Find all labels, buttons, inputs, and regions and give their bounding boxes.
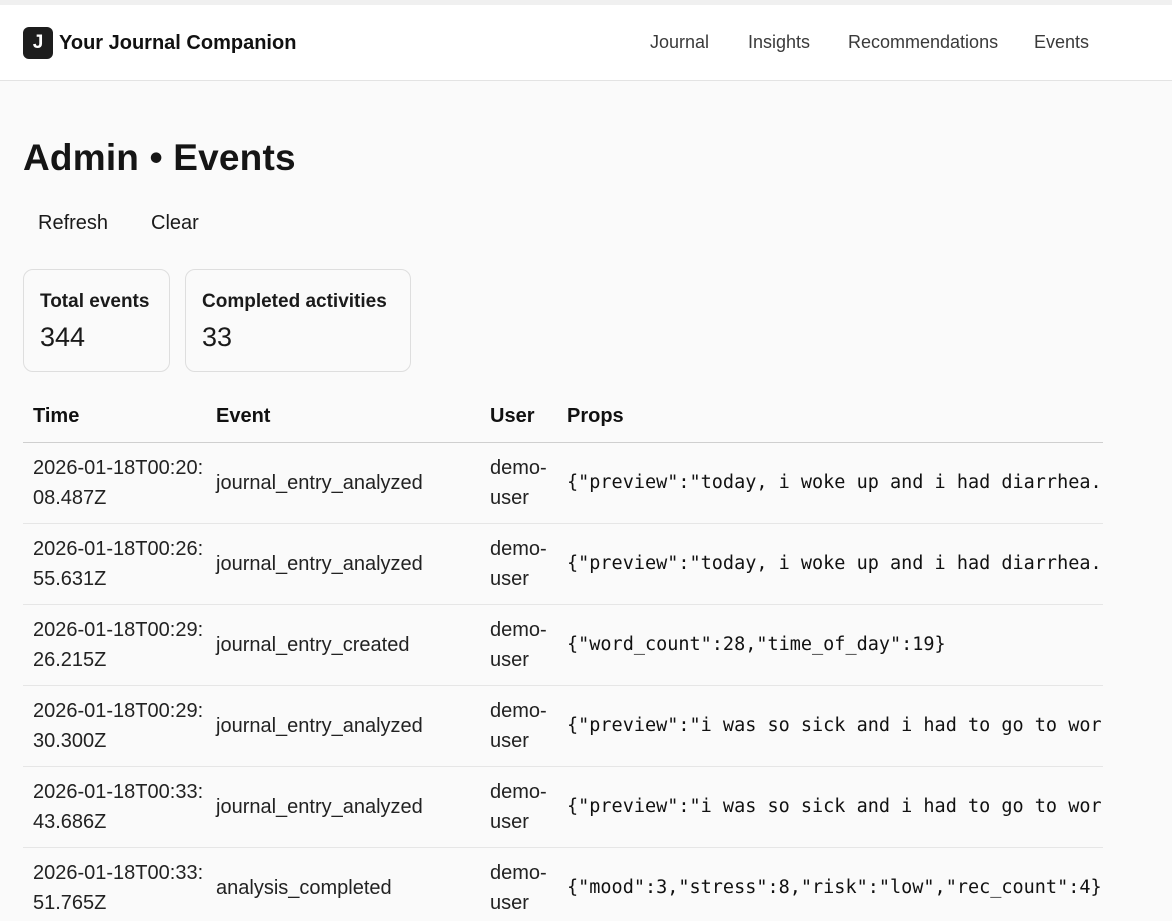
clear-button[interactable]: Clear <box>151 212 199 235</box>
events-table-container[interactable]: Time Event User Props 2026-01-18T00:20:0… <box>23 392 1103 921</box>
cell-user: demo-user <box>480 604 557 686</box>
cell-props: {"mood":3,"stress":8,"risk":"low","rec_c… <box>557 847 1103 921</box>
nav-events[interactable]: Events <box>1034 32 1089 53</box>
cell-event: journal_entry_analyzed <box>206 685 480 767</box>
table-row: 2026-01-18T00:33:51.765Z analysis_comple… <box>23 847 1103 921</box>
cell-time: 2026-01-18T00:33:51.765Z <box>23 847 206 921</box>
nav-journal[interactable]: Journal <box>650 32 709 53</box>
column-header-props: Props <box>557 392 1103 443</box>
cell-user: demo-user <box>480 766 557 848</box>
cell-time: 2026-01-18T00:20:08.487Z <box>23 442 206 524</box>
column-header-user: User <box>480 392 557 443</box>
stat-card-completed-activities: Completed activities 33 <box>185 269 411 372</box>
table-row: 2026-01-18T00:20:08.487Z journal_entry_a… <box>23 442 1103 524</box>
cell-event: journal_entry_created <box>206 604 480 686</box>
cell-user: demo-user <box>480 523 557 605</box>
table-row: 2026-01-18T00:26:55.631Z journal_entry_a… <box>23 523 1103 605</box>
actions-bar: Refresh Clear <box>23 212 199 235</box>
table-row: 2026-01-18T00:29:26.215Z journal_entry_c… <box>23 604 1103 686</box>
table-row: 2026-01-18T00:33:43.686Z journal_entry_a… <box>23 766 1103 848</box>
cell-event: journal_entry_analyzed <box>206 442 480 524</box>
cell-time: 2026-01-18T00:29:26.215Z <box>23 604 206 686</box>
column-header-event: Event <box>206 392 480 443</box>
cell-props: {"preview":"i was so sick and i had to g… <box>557 766 1103 848</box>
cell-props: {"preview":"i was so sick and i had to g… <box>557 685 1103 767</box>
stat-label: Total events <box>40 291 150 312</box>
table-header-row: Time Event User Props <box>23 392 1103 443</box>
cell-props: {"word_count":28,"time_of_day":19} <box>557 604 1103 686</box>
cell-user: demo-user <box>480 442 557 524</box>
cell-event: journal_entry_analyzed <box>206 523 480 605</box>
main-nav: Journal Insights Recommendations Events <box>0 32 1172 54</box>
stat-value: 344 <box>40 322 86 352</box>
cell-time: 2026-01-18T00:26:55.631Z <box>23 523 206 605</box>
refresh-button[interactable]: Refresh <box>38 212 108 235</box>
stat-label: Completed activities <box>202 291 387 312</box>
cell-props: {"preview":"today, i woke up and i had d… <box>557 523 1103 605</box>
column-header-time: Time <box>23 392 206 443</box>
nav-recommendations[interactable]: Recommendations <box>848 32 998 53</box>
table-row: 2026-01-18T00:29:30.300Z journal_entry_a… <box>23 685 1103 767</box>
cell-event: journal_entry_analyzed <box>206 766 480 848</box>
cell-time: 2026-01-18T00:33:43.686Z <box>23 766 206 848</box>
events-table: Time Event User Props 2026-01-18T00:20:0… <box>23 392 1103 921</box>
page-title: Admin • Events <box>23 137 296 178</box>
cell-user: demo-user <box>480 685 557 767</box>
app-header: J Your Journal Companion Journal Insight… <box>0 5 1172 81</box>
cell-user: demo-user <box>480 847 557 921</box>
cell-time: 2026-01-18T00:29:30.300Z <box>23 685 206 767</box>
nav-insights[interactable]: Insights <box>748 32 810 53</box>
stat-card-total-events: Total events 344 <box>23 269 170 372</box>
cell-props: {"preview":"today, i woke up and i had d… <box>557 442 1103 524</box>
cell-event: analysis_completed <box>206 847 480 921</box>
stat-value: 33 <box>202 322 233 352</box>
